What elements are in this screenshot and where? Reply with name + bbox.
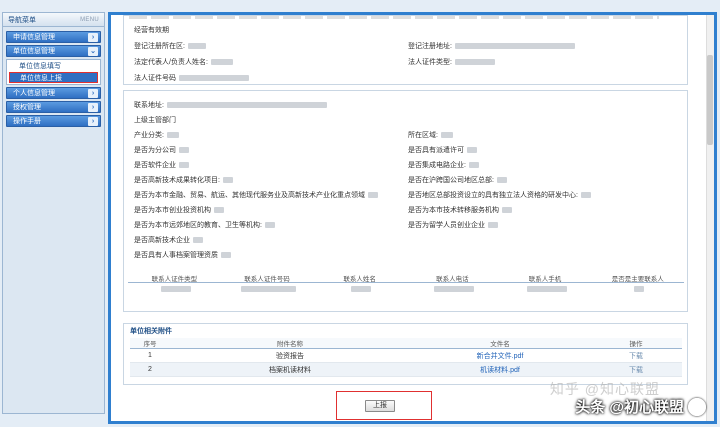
attachments-table: 序号 附件名称 文件名 操作 1 验资报告 新合并文件.pdf 下载 2 档案机…: [130, 338, 682, 377]
field-software: 是否软件企业: [134, 160, 189, 170]
field-tech-transfer: 是否为本市技术转移服务机构: [408, 205, 512, 215]
file-link[interactable]: 新合并文件.pdf: [477, 353, 524, 360]
field-rd-center: 是否地区总部投资设立的具有独立法人资格的研发中心:: [408, 190, 591, 200]
field-ic: 是否集成电路企业:: [408, 160, 479, 170]
file-link[interactable]: 机读材料.pdf: [480, 367, 520, 374]
field-vc: 是否为本市创业投资机构: [134, 205, 224, 215]
table-row: 1 验资报告 新合并文件.pdf 下载: [130, 348, 682, 363]
table-row: 2 档案机读材料 机读材料.pdf 下载: [130, 362, 682, 377]
content-frame: 经营有效期 登记注册所在区: 登记注册地址: 法定代表人/负责人姓名: 法人证件…: [108, 12, 717, 424]
chevron-right-icon: ›: [88, 89, 98, 98]
sidebar-submenu: 单位信息填写 单位信息上报: [6, 59, 101, 85]
field-legal-id-type: 法人证件类型:: [408, 57, 495, 67]
field-hr-archive: 是否具有人事档案管理资质: [134, 250, 231, 260]
sidebar-item-manual[interactable]: 操作手册 ›: [6, 115, 101, 127]
field-hitech: 是否高新技术企业: [134, 235, 203, 245]
sidebar-item-label: 单位信息管理: [13, 48, 55, 55]
contact-table-header: 联系人证件类型 联系人证件号码 联系人姓名 联系人电话 联系人手机 是否是主要联…: [128, 273, 684, 283]
chevron-right-icon: ›: [88, 117, 98, 126]
sidebar-subitem-report[interactable]: 单位信息上报: [9, 72, 98, 83]
attachments-title: 单位相关附件: [130, 328, 172, 335]
field-contact-addr: 联系地址:: [134, 100, 327, 110]
table-row: [128, 283, 684, 295]
field-superior-dept: 上级主管部门: [134, 117, 176, 124]
field-reg-addr: 登记注册地址:: [408, 41, 575, 51]
chevron-right-icon: ›: [88, 103, 98, 112]
field-dispatch: 是否具有派遣许可: [408, 145, 477, 155]
field-returnee: 是否为留学人员创业企业: [408, 220, 498, 230]
sidebar-item-label: 个人信息管理: [13, 90, 55, 97]
field-legal-id-no: 法人证件号码: [134, 73, 249, 83]
field-suburb: 是否为本市远郊地区的教育、卫生等机构:: [134, 220, 275, 230]
sidebar-item-label: 申请信息管理: [13, 34, 55, 41]
sidebar-item-personal[interactable]: 个人信息管理 ›: [6, 87, 101, 99]
nav-header: 导航菜单 MENU: [3, 13, 104, 27]
submit-button[interactable]: 上报: [365, 400, 395, 412]
download-link[interactable]: 下载: [629, 353, 643, 360]
scrollbar-thumb[interactable]: [707, 55, 713, 145]
field-hitech-transform: 是否高新技术成果转化项目:: [134, 175, 233, 185]
basic-info-section: 经营有效期 登记注册所在区: 登记注册地址: 法定代表人/负责人姓名: 法人证件…: [123, 15, 688, 85]
sidebar-subitem-fill[interactable]: 单位信息填写: [9, 61, 98, 72]
contact-table: 联系人证件类型 联系人证件号码 联系人姓名 联系人电话 联系人手机 是否是主要联…: [128, 273, 684, 295]
field-branch: 是否为分公司: [134, 145, 189, 155]
sidebar-item-unit-info[interactable]: 单位信息管理 ⌄: [6, 45, 101, 57]
sidebar-item-authorization[interactable]: 授权管理 ›: [6, 101, 101, 113]
chevron-right-icon: ›: [88, 33, 98, 42]
logo-icon: [688, 397, 706, 416]
attachments-section: 单位相关附件 序号 附件名称 文件名 操作 1 验资报告 新合并文件.pdf 下…: [123, 323, 688, 385]
nav-menu-label: MENU: [80, 16, 99, 23]
detail-section: 联系地址: 上级主管部门 产业分类: 所在区域: 是否为分公司 是否具有派遣许可…: [123, 90, 688, 312]
sidebar-item-label: 授权管理: [13, 104, 41, 111]
download-link[interactable]: 下载: [629, 367, 643, 374]
sidebar-item-label: 操作手册: [13, 118, 41, 125]
scrollbar[interactable]: [706, 15, 714, 421]
sidebar-item-application[interactable]: 申请信息管理 ›: [6, 31, 101, 43]
field-hq: 是否在沪跨国公司地区总部:: [408, 175, 507, 185]
field-legal-rep: 法定代表人/负责人姓名:: [134, 57, 233, 67]
nav-title: 导航菜单: [8, 16, 36, 24]
field-finance: 是否为本市金融、贸易、航运、其他现代服务业及高新技术产业化重点领域: [134, 190, 378, 200]
field-validity: 经营有效期: [134, 27, 169, 34]
field-reg-area: 登记注册所在区:: [134, 41, 206, 51]
submit-highlight: 上报: [336, 391, 432, 420]
field-industry: 产业分类:: [134, 130, 179, 140]
nav-sidebar: 导航菜单 MENU 申请信息管理 › 单位信息管理 ⌄ 单位信息填写 单位信息上…: [2, 12, 105, 414]
chevron-down-icon: ⌄: [88, 47, 98, 56]
field-region: 所在区域:: [408, 130, 453, 140]
watermark: 头条 @初心联盟: [575, 396, 706, 417]
